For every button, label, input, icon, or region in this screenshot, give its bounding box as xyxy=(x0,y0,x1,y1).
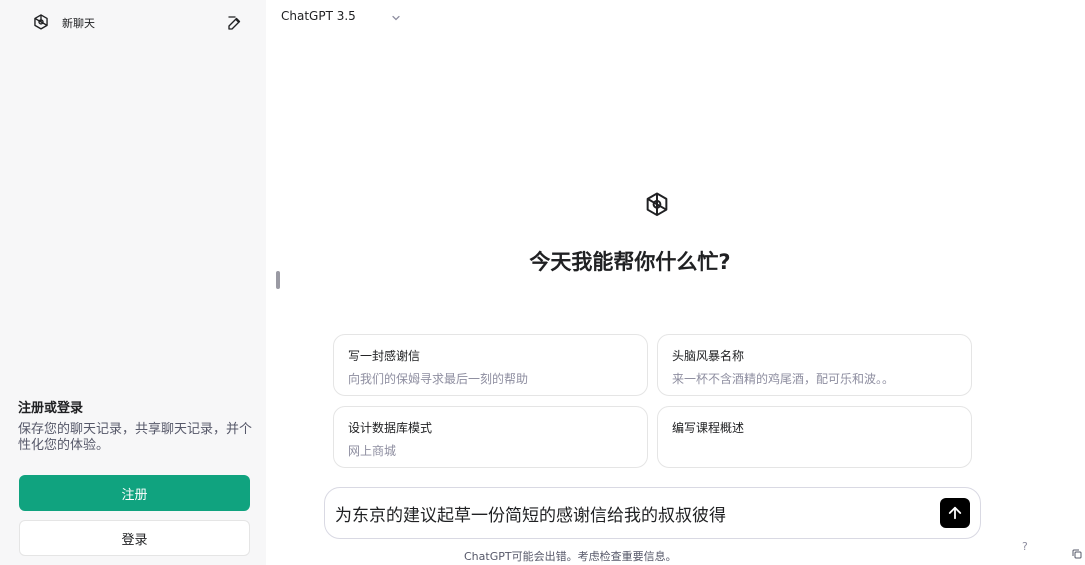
openai-logo-icon xyxy=(30,12,52,34)
chevron-down-icon xyxy=(390,12,402,24)
suggestion-title: 设计数据库模式 xyxy=(348,421,433,435)
model-label: ChatGPT 3.5 xyxy=(281,9,356,23)
new-chat-button[interactable]: 新聊天 xyxy=(22,8,254,38)
suggestion-card[interactable]: 写一封感谢信 向我们的保姆寻求最后一刻的帮助 xyxy=(333,334,648,396)
suggestion-subtitle: 来一杯不含酒精的鸡尾酒，配可乐和波。。 xyxy=(672,372,895,386)
model-selector[interactable]: ChatGPT 3.5 xyxy=(281,8,402,24)
login-button[interactable]: 登录 xyxy=(19,520,250,556)
sidebar: 新聊天 注册或登录 保存您的聊天记录，共享聊天记录，并个性化您的体验。 注册 登… xyxy=(0,0,266,565)
suggestion-subtitle: 向我们的保姆寻求最后一刻的帮助 xyxy=(348,372,529,386)
sidebar-resize-handle[interactable] xyxy=(276,271,280,289)
new-chat-label: 新聊天 xyxy=(62,17,95,30)
signup-button[interactable]: 注册 xyxy=(19,475,250,511)
suggestion-card[interactable]: 头脑风暴名称 来一杯不含酒精的鸡尾酒，配可乐和波。。 xyxy=(657,334,972,396)
help-button[interactable]: ? xyxy=(1022,540,1028,553)
copy-icon xyxy=(1071,548,1083,560)
suggestion-card[interactable]: 设计数据库模式 网上商城 xyxy=(333,406,648,468)
disclaimer: ChatGPT可能会出错。考虑检查重要信息。 xyxy=(464,550,677,563)
edit-pencil-icon[interactable] xyxy=(226,14,244,32)
suggestion-title: 写一封感谢信 xyxy=(348,349,421,363)
openai-logo-icon xyxy=(636,185,678,227)
suggestion-card[interactable]: 编写课程概述 xyxy=(657,406,972,468)
page-title: 今天我能帮你什么忙? xyxy=(529,250,731,274)
message-input[interactable]: 为东京的建议起草一份简短的感谢信给我的叔叔彼得 xyxy=(335,501,940,526)
signup-prompt: 注册或登录 保存您的聊天记录，共享聊天记录，并个性化您的体验。 xyxy=(18,397,254,454)
suggestion-subtitle: 网上商城 xyxy=(348,444,397,458)
chatgpt-app: 新聊天 注册或登录 保存您的聊天记录，共享聊天记录，并个性化您的体验。 注册 登… xyxy=(0,0,1085,565)
suggestion-title: 头脑风暴名称 xyxy=(672,349,745,363)
signup-title: 注册或登录 xyxy=(18,401,84,416)
message-composer[interactable]: 为东京的建议起草一份简短的感谢信给我的叔叔彼得 xyxy=(324,487,981,539)
suggestion-title: 编写课程概述 xyxy=(672,421,745,435)
send-button[interactable] xyxy=(940,498,970,528)
signup-description: 保存您的聊天记录，共享聊天记录，并个性化您的体验。 xyxy=(18,422,253,453)
arrow-up-icon xyxy=(946,504,964,522)
